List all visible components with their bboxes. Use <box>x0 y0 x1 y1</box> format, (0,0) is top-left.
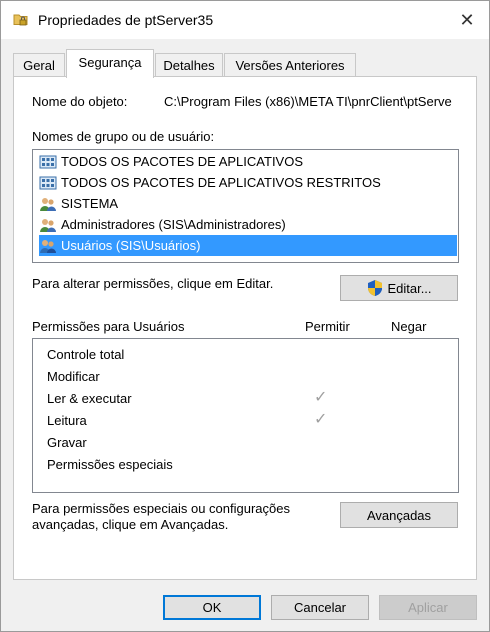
deny-column-header: Negar <box>391 319 427 334</box>
permission-label: Leitura <box>47 412 87 428</box>
edit-button[interactable]: Editar... <box>340 275 458 301</box>
advanced-button-label: Avançadas <box>366 507 432 523</box>
list-item[interactable]: SISTEMA <box>39 193 457 214</box>
tab-geral[interactable]: Geral <box>13 53 65 77</box>
cancel-button-label: Cancelar <box>293 600 347 615</box>
security-panel: Nome do objeto: C:\Program Files (x86)\M… <box>13 76 477 580</box>
edit-hint: Para alterar permissões, clique em Edita… <box>32 276 274 291</box>
users-group-icon <box>39 196 57 212</box>
users-group-icon <box>39 217 57 233</box>
groups-listbox[interactable]: TODOS OS PACOTES DE APLICATIVOS TODOS OS… <box>32 149 459 263</box>
permission-label: Gravar <box>47 434 87 450</box>
permission-row: Controle total <box>47 343 124 365</box>
list-item-label: Usuários (SIS\Usuários) <box>61 238 201 253</box>
allow-check-icon: ✓ <box>314 411 328 428</box>
permission-row: Leitura <box>47 409 87 431</box>
tab-seguranca[interactable]: Segurança <box>66 49 154 78</box>
permission-label: Ler & executar <box>47 390 132 406</box>
permission-row: Gravar <box>47 431 87 453</box>
users-group-icon <box>39 238 57 254</box>
advanced-button[interactable]: Avançadas <box>340 502 458 528</box>
tab-label: Versões Anteriores <box>235 58 345 73</box>
tab-label: Segurança <box>78 55 142 70</box>
folder-lock-icon <box>13 11 29 27</box>
allow-check-icon: ✓ <box>314 389 328 406</box>
window-title: Propriedades de ptServer35 <box>38 12 214 28</box>
tab-versoes-anteriores[interactable]: Versões Anteriores <box>224 53 356 77</box>
list-item-label: TODOS OS PACOTES DE APLICATIVOS RESTRITO… <box>61 175 381 190</box>
list-item-label: SISTEMA <box>61 196 119 211</box>
groups-label: Nomes de grupo ou de usuário: <box>32 129 215 144</box>
uac-shield-icon <box>366 279 384 297</box>
app-packages-icon <box>39 154 57 170</box>
title-bar: Propriedades de ptServer35 ✕ <box>1 1 489 39</box>
ok-button-label: OK <box>202 600 222 615</box>
list-item-selected[interactable]: Usuários (SIS\Usuários) <box>39 235 457 256</box>
permission-label: Permissões especiais <box>47 456 173 472</box>
list-item-label: Administradores (SIS\Administradores) <box>61 217 286 232</box>
advanced-hint-line2: avançadas, clique em Avançadas. <box>32 517 229 532</box>
cancel-button[interactable]: Cancelar <box>271 595 369 620</box>
close-icon: ✕ <box>459 9 475 30</box>
edit-button-label: Editar... <box>387 280 432 296</box>
tab-detalhes[interactable]: Detalhes <box>155 53 223 77</box>
close-button[interactable]: ✕ <box>445 1 489 39</box>
list-item-label: TODOS OS PACOTES DE APLICATIVOS <box>61 154 304 169</box>
app-packages-icon <box>39 175 57 191</box>
list-item[interactable]: TODOS OS PACOTES DE APLICATIVOS RESTRITO… <box>39 172 457 193</box>
allow-column-header: Permitir <box>305 319 350 334</box>
object-name-label: Nome do objeto: <box>32 94 128 109</box>
apply-button: Aplicar <box>379 595 477 620</box>
object-name-value: C:\Program Files (x86)\META TI\pnrClient… <box>164 94 452 109</box>
permission-row: Modificar <box>47 365 100 387</box>
tab-label: Geral <box>23 58 55 73</box>
list-item[interactable]: Administradores (SIS\Administradores) <box>39 214 457 235</box>
tab-label: Detalhes <box>163 58 215 73</box>
list-item[interactable]: TODOS OS PACOTES DE APLICATIVOS <box>39 151 457 172</box>
permissions-header: Permissões para Usuários <box>32 319 185 334</box>
properties-dialog: Propriedades de ptServer35 ✕ Geral Segur… <box>0 0 490 632</box>
permission-row: Permissões especiais <box>47 453 173 475</box>
permission-label: Controle total <box>47 346 125 362</box>
advanced-hint-line1: Para permissões especiais ou configuraçõ… <box>32 501 290 516</box>
ok-button[interactable]: OK <box>163 595 261 620</box>
permissions-list: Controle total Modificar Ler & executar … <box>32 338 459 493</box>
apply-button-label: Aplicar <box>408 600 448 615</box>
permission-row: Ler & executar <box>47 387 132 409</box>
permission-label: Modificar <box>47 368 100 384</box>
